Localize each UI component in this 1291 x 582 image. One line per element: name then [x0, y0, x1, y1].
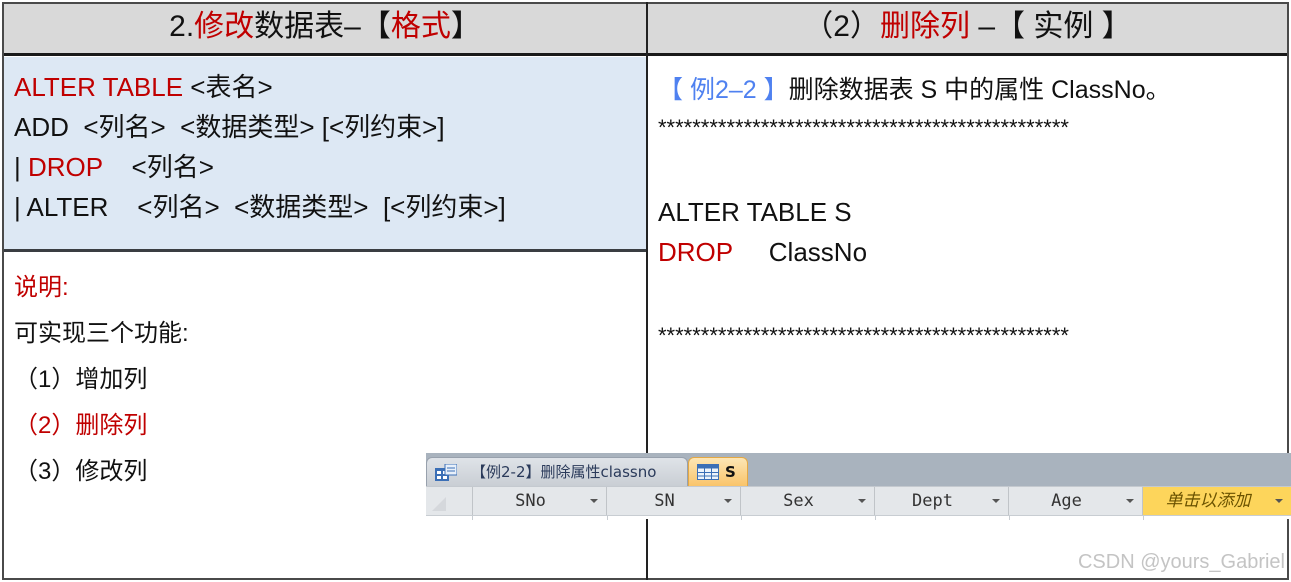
column-label: SNo	[515, 491, 546, 511]
grid-line	[741, 516, 742, 520]
syntax-text: | ALTER <列名> <数据类型> [<列约束>]	[14, 192, 506, 222]
tab-query[interactable]: 【例2-2】删除属性classno	[426, 457, 688, 486]
notes-title: 说明:	[14, 274, 69, 301]
column-header-row: SNo SN Sex Dept Age 单击以添加	[426, 486, 1291, 516]
header-prefix: 2.	[169, 10, 195, 43]
syntax-line-add: ADD <列名> <数据类型> [<列约束>]	[14, 107, 646, 147]
keyword: DROP	[27, 152, 103, 182]
header-highlight-drop-column: 删除列	[879, 10, 970, 43]
header-middle: 数据表–【	[254, 10, 391, 43]
column-label: Dept	[912, 491, 953, 511]
syntax-text: ADD <列名> <数据类型> [<列约束>]	[14, 112, 445, 142]
dropdown-arrow-icon[interactable]	[1126, 499, 1134, 503]
code-line-drop: DROP ClassNo	[658, 232, 1278, 272]
code-keyword-drop: DROP	[658, 237, 733, 267]
column-header-sn[interactable]: SN	[607, 487, 741, 515]
syntax-text: <列名>	[102, 152, 214, 182]
dropdown-arrow-icon[interactable]	[590, 499, 598, 503]
right-panel-header: （2）删除列 –【 实例 】	[648, 4, 1287, 56]
example-title: 【 例2–2 】删除数据表 S 中的属性 ClassNo。	[658, 70, 1278, 110]
grid-line	[607, 516, 608, 520]
header-suffix: 】	[450, 10, 481, 43]
syntax-line-alter: | ALTER <列名> <数据类型> [<列约束>]	[14, 187, 646, 227]
document-tab-bar: 【例2-2】删除属性classno S	[426, 453, 1291, 486]
notes-section: 说明: 可实现三个功能: （1）增加列 （2）删除列 （3）修改列	[14, 265, 189, 495]
dropdown-arrow-icon[interactable]	[858, 499, 866, 503]
notes-item: （1）增加列	[14, 366, 148, 393]
tab-label: 【例2-2】删除属性classno	[471, 463, 657, 481]
separator-top: ****************************************…	[658, 115, 1069, 140]
syntax-line-drop: | DROP <列名>	[14, 147, 646, 187]
keyword: ALTER TABLE	[14, 72, 184, 102]
select-all-corner[interactable]	[426, 487, 473, 515]
syntax-pipe: |	[14, 152, 28, 182]
code-arg: ClassNo	[732, 237, 868, 267]
header-highlight-format: 格式	[390, 10, 451, 43]
left-panel-header: 2.修改数据表–【格式】	[4, 4, 646, 56]
syntax-box: ALTER TABLE <表名> ADD <列名> <数据类型> [<列约束>]…	[4, 57, 646, 252]
notes-item-highlighted: （2）删除列	[14, 412, 148, 439]
grid-line	[1009, 516, 1010, 520]
syntax-text: <表名>	[183, 72, 273, 102]
dropdown-arrow-icon[interactable]	[724, 499, 732, 503]
column-header-dept[interactable]: Dept	[875, 487, 1009, 515]
notes-item: （3）修改列	[14, 458, 148, 485]
example-section: 【 例2–2 】删除数据表 S 中的属性 ClassNo。 **********…	[658, 70, 1278, 350]
grid-line	[1143, 516, 1144, 520]
separator-bottom: ****************************************…	[658, 323, 1069, 348]
header-suffix: –【 实例 】	[969, 10, 1132, 43]
add-column-header[interactable]: 单击以添加	[1143, 487, 1291, 515]
dropdown-arrow-icon[interactable]	[1275, 499, 1283, 503]
header-highlight-modify: 修改	[194, 10, 255, 43]
tab-label: S	[725, 463, 736, 481]
tab-table-s[interactable]: S	[688, 457, 748, 486]
table-icon	[697, 464, 719, 480]
column-label: SN	[654, 491, 675, 511]
grid-line	[875, 516, 876, 520]
example-description: 删除数据表 S 中的属性 ClassNo。	[788, 76, 1171, 104]
query-form-icon	[435, 464, 457, 481]
column-label: 单击以添加	[1165, 491, 1251, 511]
column-header-sex[interactable]: Sex	[741, 487, 875, 515]
header-prefix: （2）	[803, 10, 880, 43]
column-header-age[interactable]: Age	[1009, 487, 1143, 515]
grid-line	[472, 516, 473, 520]
dropdown-arrow-icon[interactable]	[992, 499, 1000, 503]
example-tag: 【 例2–2 】	[658, 76, 789, 104]
column-label: Age	[1051, 491, 1082, 511]
access-datasheet-window: 【例2-2】删除属性classno S SNo SN Sex Dept Age …	[426, 453, 1291, 520]
column-label: Sex	[783, 491, 814, 511]
watermark: CSDN @yours_Gabriel	[1077, 551, 1285, 573]
column-header-sno[interactable]: SNo	[473, 487, 607, 515]
syntax-line-alter-table: ALTER TABLE <表名>	[14, 67, 646, 107]
code-line-alter-table: ALTER TABLE S	[658, 197, 852, 227]
notes-intro: 可实现三个功能:	[14, 320, 189, 347]
